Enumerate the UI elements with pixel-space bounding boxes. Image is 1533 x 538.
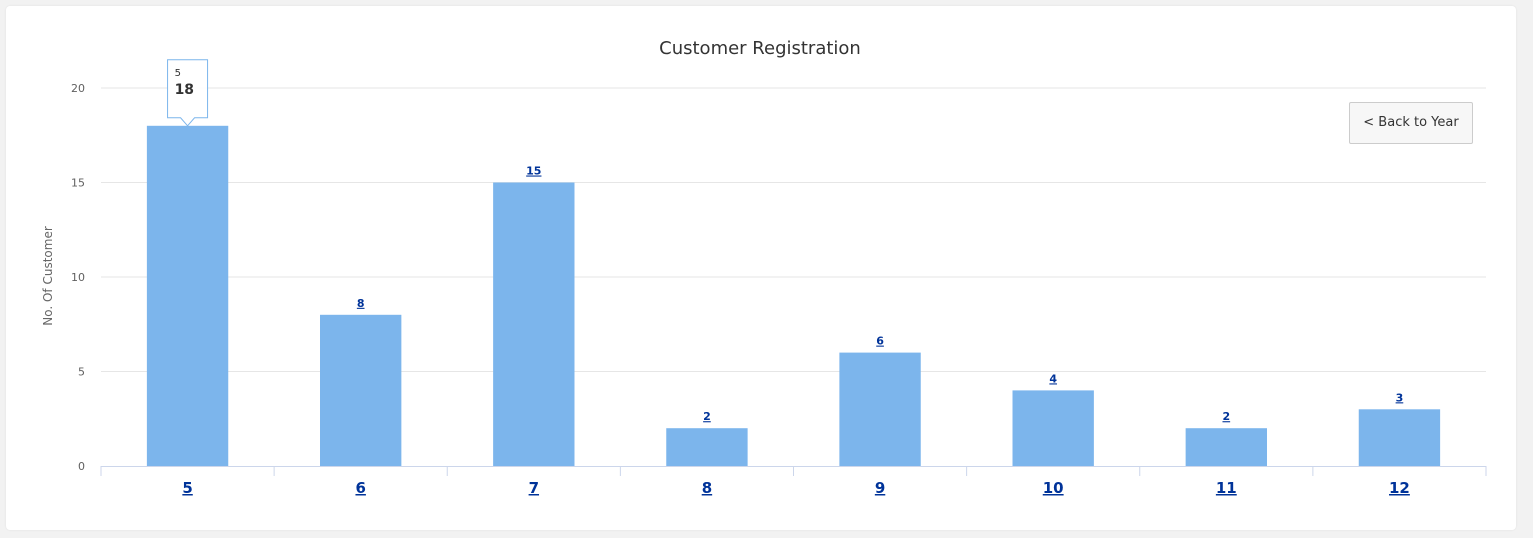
bar: [320, 314, 402, 466]
bar: [1358, 409, 1441, 466]
data-label: 8: [357, 297, 365, 310]
x-tick-label: 8: [702, 479, 712, 497]
bar: [666, 428, 748, 466]
x-tick-label: 5: [182, 479, 192, 497]
bar: [493, 182, 575, 466]
tooltip-category: 5: [175, 68, 181, 79]
bars: [146, 125, 1441, 467]
grid-lines: [101, 87, 1486, 372]
data-label: 4: [1049, 372, 1057, 385]
bar-chart: Customer Registration No. Of Customer 0 5…: [41, 38, 1487, 497]
bar: [1012, 390, 1094, 466]
data-label: 15: [526, 165, 541, 178]
bar: [146, 125, 229, 467]
data-label: 2: [703, 410, 711, 423]
y-tick-label: 15: [71, 177, 85, 190]
x-tick-label: 7: [529, 479, 539, 497]
y-tick-label: 20: [71, 82, 85, 95]
x-tick-label: 12: [1389, 479, 1410, 497]
x-tick-label: 6: [355, 479, 365, 497]
data-label: 2: [1222, 410, 1230, 423]
y-tick-label: 5: [78, 366, 85, 379]
data-label: 6: [876, 335, 884, 348]
x-axis: 5 6 7 8 9 10 11 12: [100, 466, 1487, 497]
y-tick-label: 10: [71, 271, 85, 284]
y-tick-label: 0: [78, 460, 85, 473]
chart-title: Customer Registration: [659, 38, 861, 59]
tooltip: 518: [167, 59, 209, 127]
x-tick-label: 9: [875, 479, 885, 497]
chart-card: Customer Registration No. Of Customer 0 5…: [6, 6, 1516, 530]
data-label: 3: [1396, 391, 1404, 404]
tooltip-value: 18: [175, 82, 194, 98]
back-to-year-button[interactable]: < Back to Year: [1349, 102, 1473, 144]
y-axis-ticks: 0 5 10 15 20: [71, 82, 85, 473]
y-axis-label: No. Of Customer: [41, 226, 55, 326]
bar: [839, 352, 921, 466]
x-tick-label: 11: [1216, 479, 1237, 497]
bar: [1185, 428, 1267, 466]
x-tick-label: 10: [1043, 479, 1064, 497]
